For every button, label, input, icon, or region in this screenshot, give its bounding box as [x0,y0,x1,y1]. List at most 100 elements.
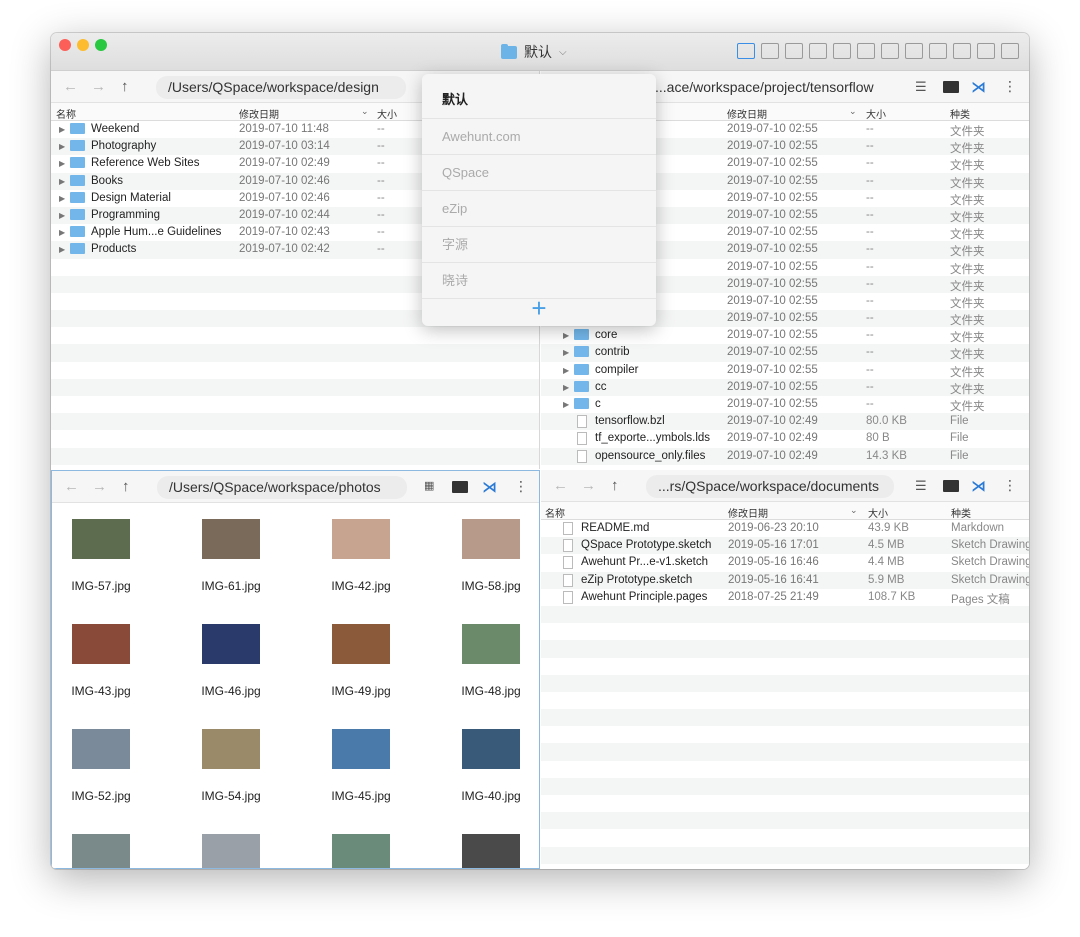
list-view-icon[interactable]: ☰ [915,79,927,95]
path-field[interactable]: /Users/QSpace/workspace/design [156,76,406,99]
path-field[interactable]: ...ace/workspace/project/tensorflow [651,76,891,99]
table-row[interactable]: README.md 2019-06-23 20:10 43.9 KB Markdown [541,520,1029,537]
photo-item[interactable]: IMG-46.jpg [176,624,286,698]
terminal-icon[interactable] [943,81,959,93]
disclosure-triangle-icon[interactable]: ▶ [563,348,569,357]
workspace-option-awehunt[interactable]: Awehunt.com [422,119,656,155]
photo-item[interactable]: IMG-58.jpg [436,519,539,593]
table-row[interactable] [541,658,1029,675]
more-icon[interactable]: ⋮ [1003,477,1017,494]
table-row[interactable] [51,362,539,379]
table-row[interactable]: ▶ cc 2019-07-10 02:55 -- 文件夹 [541,378,1029,396]
table-row[interactable]: tf_exporte...ymbols.lds 2019-07-10 02:49 8… [541,430,1029,447]
column-kind[interactable]: 种类 [950,106,970,121]
vscode-icon[interactable]: ⋊ [971,477,986,495]
layout-four-row-icon[interactable] [1001,43,1019,59]
table-row[interactable]: Awehunt Principle.pages 2018-07-25 21:49 1… [541,589,1029,606]
photo-item[interactable]: IMG-54.jpg [176,729,286,803]
table-row[interactable] [541,726,1029,743]
up-icon[interactable]: ↑ [121,78,129,95]
table-row[interactable]: Awehunt Pr...e-v1.sketch 2019-05-16 16:46… [541,554,1029,571]
disclosure-triangle-icon[interactable]: ▶ [563,331,569,340]
layout-left-split-icon[interactable] [785,43,803,59]
table-row[interactable] [541,605,1029,624]
disclosure-triangle-icon[interactable]: ▶ [59,194,65,203]
layout-bottom-split-icon[interactable] [857,43,875,59]
table-row[interactable]: ▶ c 2019-07-10 02:55 -- 文件夹 [541,396,1029,413]
layout-two-row-icon[interactable] [881,43,899,59]
disclosure-triangle-icon[interactable]: ▶ [59,177,65,186]
table-row[interactable] [541,640,1029,658]
photo-item[interactable]: IMG-40.jpg [436,729,539,803]
column-size[interactable]: 大小 [866,106,886,121]
table-row[interactable]: ▶ contrib 2019-07-10 02:55 -- 文件夹 [541,344,1029,362]
photo-item[interactable]: IMG-43.jpg [52,624,156,698]
zoom-window-button[interactable] [95,39,107,51]
back-icon[interactable]: ← [553,477,568,494]
layout-right-split-icon[interactable] [809,43,827,59]
forward-icon[interactable]: → [581,477,596,494]
photo-item[interactable]: IMG-49.jpg [306,624,416,698]
path-field[interactable]: ...rs/QSpace/workspace/documents [646,475,894,498]
photo-item[interactable]: IMG-57.jpg [52,519,156,593]
photo-item[interactable] [306,834,416,868]
disclosure-triangle-icon[interactable]: ▶ [59,211,65,220]
photo-item[interactable]: IMG-42.jpg [306,519,416,593]
back-icon[interactable]: ← [63,78,78,95]
disclosure-triangle-icon[interactable]: ▶ [59,228,65,237]
table-row[interactable] [541,674,1029,692]
layout-four-col-icon[interactable] [953,43,971,59]
column-date[interactable]: 修改日期 [727,106,767,121]
up-icon[interactable]: ↑ [122,478,130,495]
forward-icon[interactable]: → [91,78,106,95]
table-row[interactable]: tensorflow.bzl 2019-07-10 02:49 80.0 KB Fil… [541,413,1029,431]
layout-quad-icon[interactable] [737,43,755,59]
vscode-icon[interactable]: ⋊ [971,78,986,96]
table-row[interactable] [51,413,539,431]
layout-single-icon[interactable] [905,43,923,59]
table-row[interactable] [541,709,1029,727]
layout-top-split-icon[interactable] [833,43,851,59]
table-row[interactable] [541,829,1029,846]
back-icon[interactable]: ← [64,478,79,495]
workspace-option-ezip[interactable]: eZip [422,191,656,227]
list-view-icon[interactable]: ☰ [915,478,927,494]
column-size[interactable]: 大小 [377,106,397,121]
photo-item[interactable]: IMG-61.jpg [176,519,286,593]
path-field[interactable]: /Users/QSpace/workspace/photos [157,476,407,499]
photo-item[interactable]: IMG-52.jpg [52,729,156,803]
disclosure-triangle-icon[interactable]: ▶ [59,159,65,168]
layout-three-row-icon[interactable] [977,43,995,59]
layout-two-col-icon[interactable] [761,43,779,59]
disclosure-triangle-icon[interactable]: ▶ [563,383,569,392]
disclosure-triangle-icon[interactable]: ▶ [563,366,569,375]
table-row[interactable] [541,623,1029,640]
photo-item[interactable] [52,834,156,868]
close-window-button[interactable] [59,39,71,51]
workspace-selector[interactable]: 默认 ⌵ [501,42,567,62]
terminal-icon[interactable] [452,481,468,493]
table-row[interactable] [541,812,1029,830]
table-row[interactable] [541,743,1029,761]
column-date[interactable]: 修改日期 [728,505,768,520]
minimize-window-button[interactable] [77,39,89,51]
table-row[interactable] [541,777,1029,795]
more-icon[interactable]: ⋮ [1003,78,1017,95]
forward-icon[interactable]: → [92,478,107,495]
table-row[interactable] [51,447,539,465]
disclosure-triangle-icon[interactable]: ▶ [59,142,65,151]
disclosure-triangle-icon[interactable]: ▶ [563,400,569,409]
table-row[interactable]: opensource_only.files 2019-07-10 02:49 14.… [541,447,1029,465]
table-row[interactable] [51,327,539,344]
up-icon[interactable]: ↑ [611,477,619,494]
photo-item[interactable] [436,834,539,868]
photo-item[interactable]: IMG-45.jpg [306,729,416,803]
grid-view-icon[interactable]: ▦ [424,479,434,492]
table-row[interactable] [51,430,539,447]
photo-item[interactable]: IMG-48.jpg [436,624,539,698]
table-row[interactable] [541,846,1029,864]
table-row[interactable] [51,396,539,413]
column-name[interactable]: 名称 [56,106,76,121]
table-row[interactable]: eZip Prototype.sketch 2019-05-16 16:41 5.9… [541,571,1029,589]
column-date[interactable]: 修改日期 [239,106,279,121]
